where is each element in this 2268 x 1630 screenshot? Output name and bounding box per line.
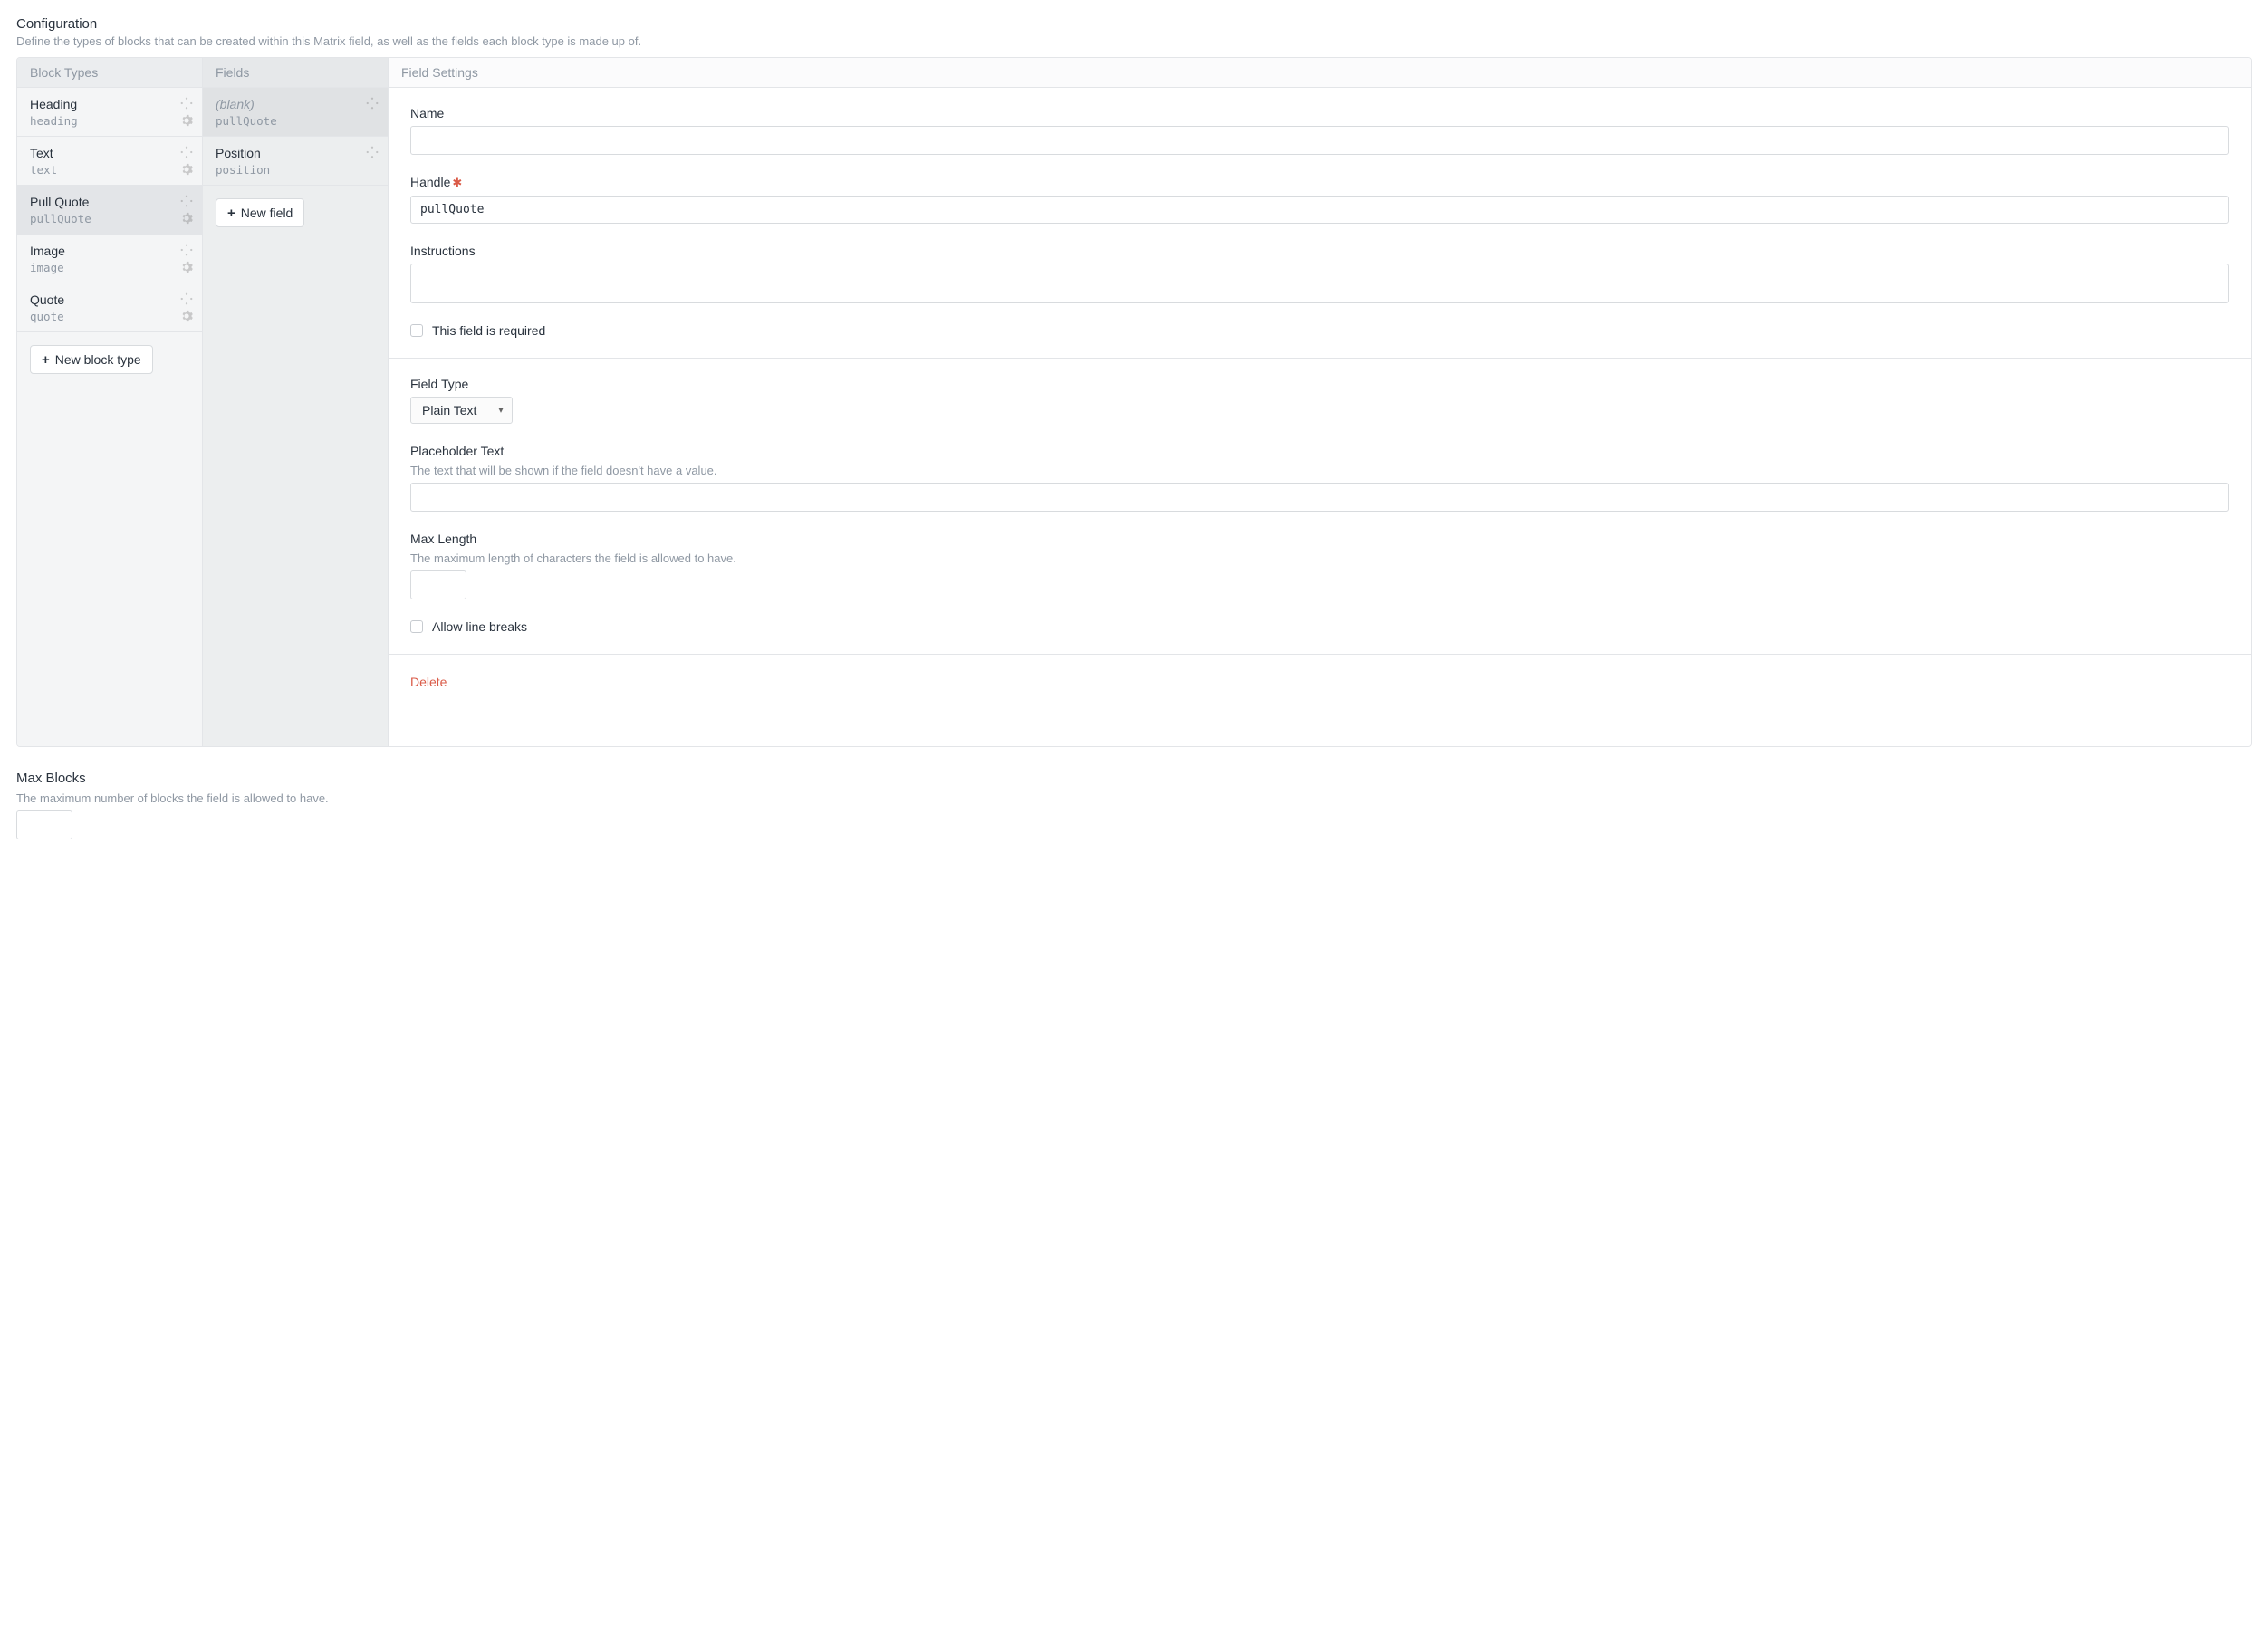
plus-icon: + <box>227 206 235 220</box>
block-type-handle: text <box>30 163 189 177</box>
block-type-handle: heading <box>30 114 189 128</box>
move-icon[interactable] <box>180 244 193 256</box>
field-settings-column: Field Settings Name Handle✱ Instructions… <box>389 58 2251 746</box>
max-length-hint: The maximum length of characters the fie… <box>410 551 2229 565</box>
field-name: (blank) <box>216 97 375 111</box>
block-type-item[interactable]: Quote quote <box>17 283 202 332</box>
fields-header: Fields <box>203 58 388 88</box>
gear-icon[interactable] <box>180 310 193 322</box>
block-type-item[interactable]: Text text <box>17 137 202 186</box>
max-blocks-label: Max Blocks <box>16 771 2252 786</box>
gear-icon[interactable] <box>180 212 193 225</box>
new-field-button[interactable]: + New field <box>216 198 304 227</box>
max-length-input[interactable] <box>410 570 466 599</box>
delete-button[interactable]: Delete <box>410 675 447 689</box>
line-breaks-checkbox-row[interactable]: Allow line breaks <box>410 619 2229 634</box>
block-type-handle: image <box>30 261 189 274</box>
move-icon[interactable] <box>180 195 193 207</box>
block-type-name: Image <box>30 244 189 258</box>
max-length-label: Max Length <box>410 532 2229 546</box>
move-icon[interactable] <box>366 146 379 158</box>
gear-icon[interactable] <box>180 163 193 176</box>
field-type-select[interactable]: Plain Text ▾ <box>410 397 513 424</box>
field-item[interactable]: Position position <box>203 137 388 186</box>
fields-column: Fields (blank)pullQuotePositionposition … <box>203 58 389 746</box>
block-types-list: Heading heading Text text Pull Quote pullQuot… <box>17 88 202 332</box>
block-type-name: Pull Quote <box>30 195 189 209</box>
block-type-handle: quote <box>30 310 189 323</box>
new-block-type-button[interactable]: + New block type <box>30 345 153 374</box>
checkbox-icon[interactable] <box>410 620 423 633</box>
line-breaks-label: Allow line breaks <box>432 619 527 634</box>
move-icon[interactable] <box>180 146 193 158</box>
field-type-label: Field Type <box>410 377 2229 391</box>
required-checkbox-label: This field is required <box>432 323 545 338</box>
name-label: Name <box>410 106 2229 120</box>
new-block-type-label: New block type <box>55 352 141 367</box>
placeholder-label: Placeholder Text <box>410 444 2229 458</box>
block-type-item[interactable]: Pull Quote pullQuote <box>17 186 202 235</box>
block-type-item[interactable]: Image image <box>17 235 202 283</box>
required-checkbox-row[interactable]: This field is required <box>410 323 2229 338</box>
new-field-label: New field <box>241 206 293 220</box>
max-blocks-hint: The maximum number of blocks the field i… <box>16 791 2252 805</box>
chevron-down-icon: ▾ <box>498 406 503 416</box>
move-icon[interactable] <box>366 97 379 110</box>
placeholder-hint: The text that will be shown if the field… <box>410 464 2229 477</box>
field-settings-header: Field Settings <box>389 58 2251 88</box>
field-handle: position <box>216 163 375 177</box>
field-handle: pullQuote <box>216 114 375 128</box>
fields-list: (blank) pullQuote Position position <box>203 88 388 186</box>
plus-icon: + <box>42 353 50 367</box>
placeholder-input[interactable] <box>410 483 2229 512</box>
matrix-configurator: Block Types Heading heading Text text Pull Q… <box>16 57 2252 747</box>
field-type-value: Plain Text <box>422 403 476 417</box>
block-types-column: Block Types Heading heading Text text Pull Q… <box>17 58 203 746</box>
config-title: Configuration <box>16 16 2252 32</box>
move-icon[interactable] <box>180 292 193 305</box>
name-input[interactable] <box>410 126 2229 155</box>
block-type-name: Quote <box>30 292 189 307</box>
instructions-input[interactable] <box>410 264 2229 303</box>
handle-label: Handle✱ <box>410 175 2229 190</box>
instructions-label: Instructions <box>410 244 2229 258</box>
required-asterisk-icon: ✱ <box>452 176 462 189</box>
block-type-handle: pullQuote <box>30 212 189 225</box>
gear-icon[interactable] <box>180 114 193 127</box>
gear-icon[interactable] <box>180 261 193 273</box>
move-icon[interactable] <box>180 97 193 110</box>
block-types-header: Block Types <box>17 58 202 88</box>
handle-input[interactable] <box>410 196 2229 224</box>
config-subtitle: Define the types of blocks that can be c… <box>16 34 2252 48</box>
block-type-item[interactable]: Heading heading <box>17 88 202 137</box>
block-type-name: Text <box>30 146 189 160</box>
field-name: Position <box>216 146 375 160</box>
max-blocks-input[interactable] <box>16 810 72 839</box>
block-type-name: Heading <box>30 97 189 111</box>
field-item[interactable]: (blank) pullQuote <box>203 88 388 137</box>
checkbox-icon[interactable] <box>410 324 423 337</box>
